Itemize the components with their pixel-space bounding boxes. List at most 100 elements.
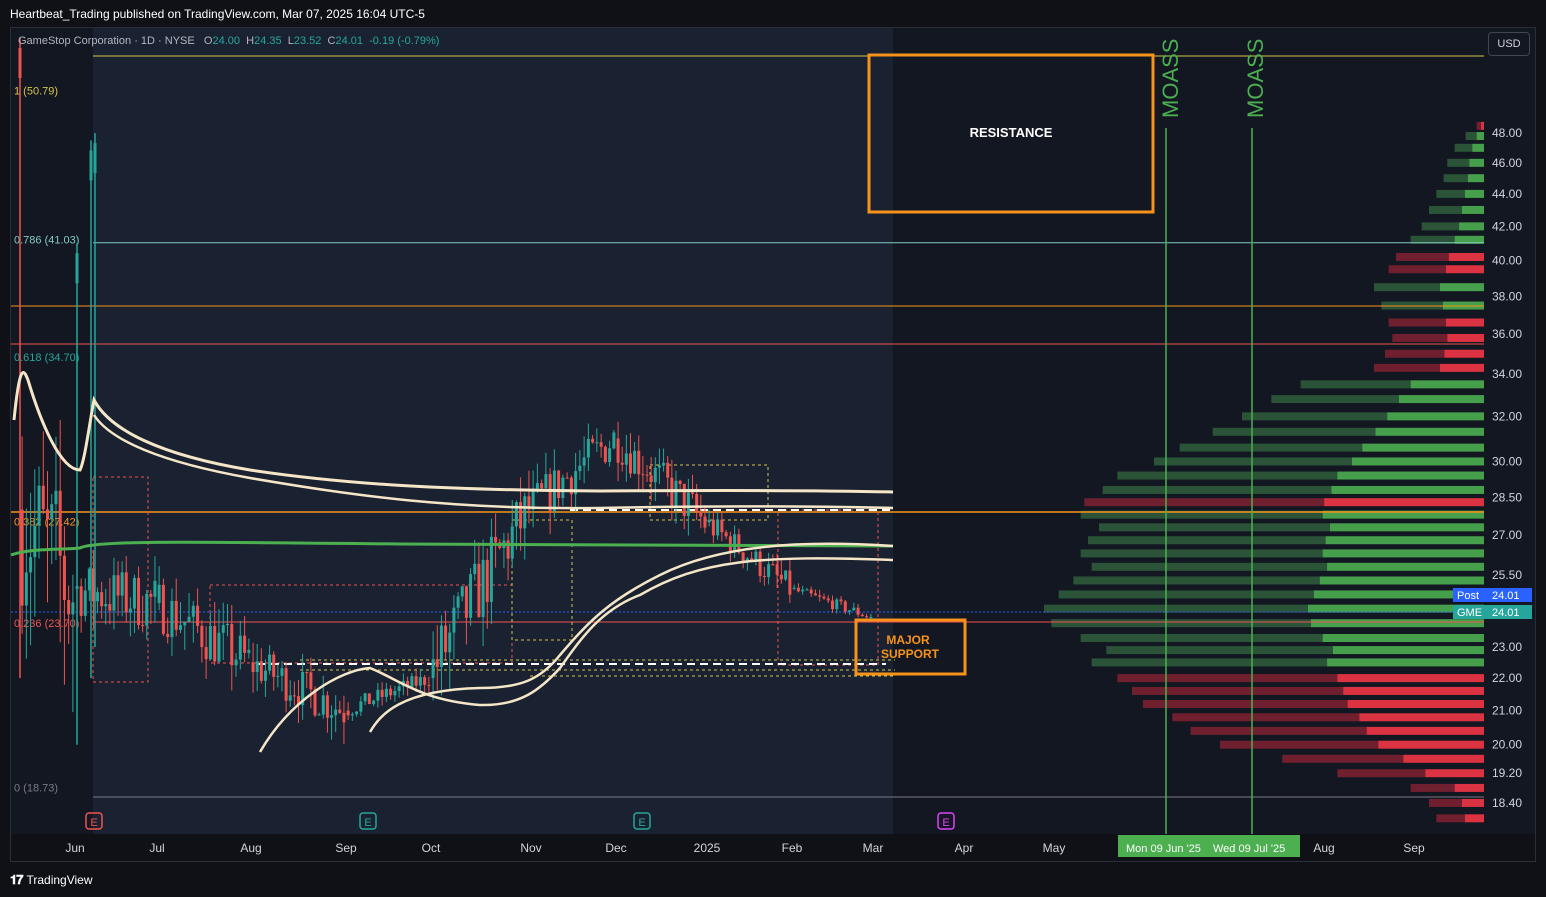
candle-body <box>460 586 464 597</box>
volume-profile-bar <box>1300 380 1411 389</box>
candle-body <box>317 714 321 716</box>
candle-body <box>272 654 276 677</box>
candle-body <box>33 525 37 558</box>
candle-body <box>355 711 359 715</box>
volume-profile-bar <box>1091 562 1328 571</box>
candle-body <box>359 701 363 712</box>
candle-body <box>372 700 376 705</box>
candle-body <box>93 143 97 174</box>
candle-body <box>801 589 805 592</box>
volume-profile-bar <box>1143 699 1348 708</box>
candle-body <box>112 575 116 611</box>
high-label: H <box>246 35 255 47</box>
open-value: 24.00 <box>212 35 241 47</box>
volume-profile-bar <box>1084 498 1325 507</box>
candle-body <box>523 496 527 529</box>
price-axis[interactable]: 48.00 46.00 44.00 42.00 40.00 38.00 36.00 34.00… <box>1492 126 1522 810</box>
symbol-interval[interactable]: 1D <box>141 35 155 47</box>
volume-profile-bar <box>1454 143 1473 152</box>
candle-body <box>456 596 460 608</box>
candle-body <box>397 686 401 692</box>
candle-body <box>104 604 108 607</box>
candle-body <box>477 563 481 618</box>
volume-profile-bar <box>1464 814 1484 823</box>
volume-profile-bar <box>1440 363 1484 372</box>
candle-body <box>145 593 149 626</box>
candle-body <box>657 465 661 468</box>
candle-body <box>196 605 200 626</box>
volume-profile-bar <box>1106 646 1333 655</box>
x-tick-label: 2025 <box>694 841 721 855</box>
volume-profile-bar <box>1271 395 1399 404</box>
candle-body <box>243 635 247 653</box>
candle-body <box>822 596 826 599</box>
volume-profile-bar <box>1352 457 1484 466</box>
candle-body <box>350 714 354 716</box>
candle-body <box>603 446 607 463</box>
candle-body <box>720 519 724 533</box>
candle-body <box>141 624 145 626</box>
volume-profile-bar <box>1282 754 1404 763</box>
candle-body <box>305 672 309 674</box>
candle-body <box>435 659 439 668</box>
volume-profile-bar <box>1220 740 1379 749</box>
x-tick-label: Dec <box>605 841 626 855</box>
volume-profile-bar <box>1088 536 1326 545</box>
candle-body <box>58 490 62 556</box>
volume-profile-bar <box>1436 189 1465 198</box>
candle-body <box>367 693 371 705</box>
volume-profile-bar <box>1051 619 1311 628</box>
volume-profile-bar <box>1429 205 1462 214</box>
candle-body <box>179 625 182 630</box>
price-chart[interactable]: 1 (50.79)0.786 (41.03)0.618 (34.70)0.382… <box>0 0 1546 897</box>
candle-body <box>591 438 595 443</box>
volume-profile-bar <box>1378 740 1484 749</box>
candle-body <box>226 623 229 626</box>
y-tick-label: 44.00 <box>1492 187 1522 201</box>
volume-profile-bar <box>1385 349 1445 358</box>
x-tick-label: Aug <box>240 841 261 855</box>
candle-body <box>342 712 346 723</box>
candle-body <box>494 536 498 543</box>
candle-body <box>473 563 477 575</box>
volume-profile-bar <box>1459 222 1484 231</box>
currency-button[interactable]: USD <box>1488 32 1530 56</box>
candle-body <box>843 601 847 612</box>
candle-body <box>582 457 586 466</box>
volume-profile-bar <box>1445 265 1484 274</box>
volume-profile-bar <box>1454 783 1484 792</box>
candle-body <box>653 467 657 483</box>
svg-text:24.01: 24.01 <box>1492 607 1520 619</box>
candle-body <box>805 589 809 591</box>
x-tick-label: Sep <box>1403 841 1425 855</box>
svg-text:E: E <box>638 817 645 829</box>
fib-level-label: 0.786 (41.03) <box>14 235 79 247</box>
candle-body <box>548 474 552 512</box>
candle-body <box>448 632 452 653</box>
candle-body <box>334 709 338 716</box>
y-tick-label: 23.00 <box>1492 640 1522 654</box>
volume-profile-bar <box>1410 380 1484 389</box>
volume-profile-bar <box>1462 205 1484 214</box>
volume-profile-bar <box>1073 576 1320 585</box>
candle-body <box>452 607 456 633</box>
candle-body <box>89 150 93 181</box>
candle-body <box>865 616 869 618</box>
symbol-name[interactable]: GameStop Corporation <box>18 35 131 47</box>
candle-body <box>716 519 720 536</box>
x-tick-label: Sep <box>335 841 357 855</box>
candle-body <box>662 462 666 466</box>
candle-body <box>325 695 329 718</box>
x-tick-label: Oct <box>422 841 441 855</box>
candle-body <box>860 614 864 617</box>
symbol-exchange: NYSE <box>164 35 195 47</box>
volume-profile-bar <box>1464 189 1484 198</box>
candle-body <box>788 570 792 595</box>
candle-body <box>183 621 187 626</box>
footer-logo[interactable]: 𝟏𝟕 TradingView <box>10 872 93 888</box>
candle-body <box>813 593 817 596</box>
candle-body <box>276 675 280 677</box>
candle-body <box>641 474 645 476</box>
symbol-info-bar[interactable]: GameStop Corporation · 1D · NYSE O24.00 … <box>18 35 439 47</box>
candle-body <box>645 474 649 476</box>
